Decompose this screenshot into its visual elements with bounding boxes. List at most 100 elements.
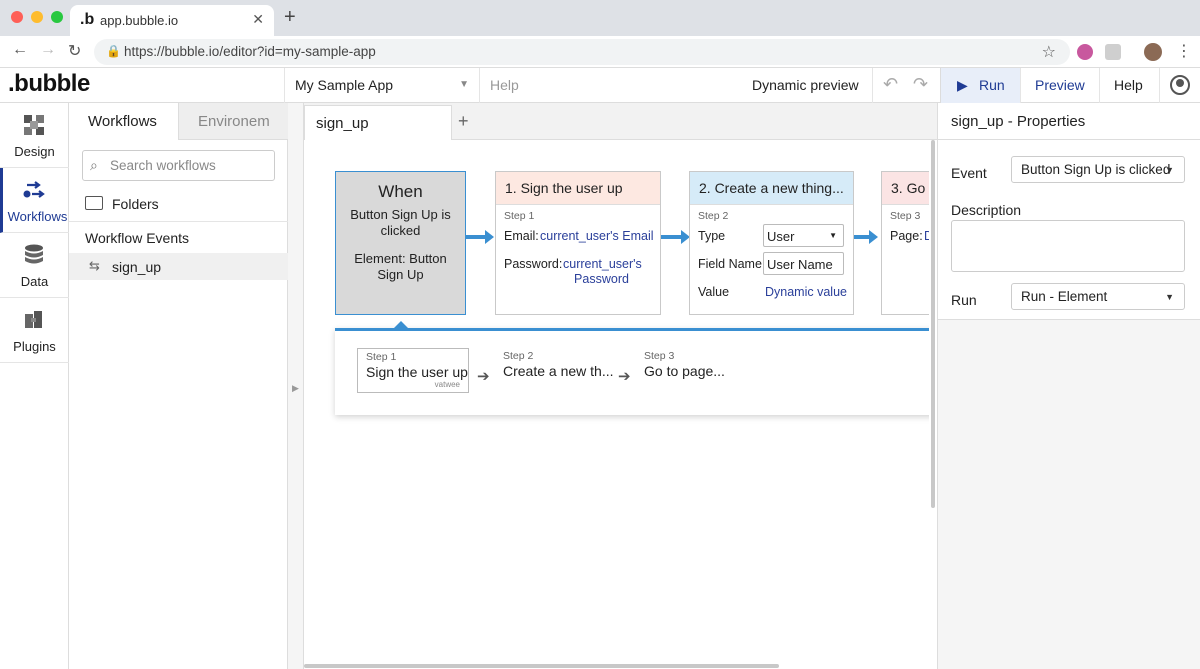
play-icon: ▶: [957, 77, 968, 93]
workflow-event-item[interactable]: ⇆ sign_up: [69, 253, 288, 280]
dynamic-value-link[interactable]: Dynamic value: [765, 285, 847, 299]
extension-icon[interactable]: [1105, 44, 1121, 60]
tab-environment[interactable]: Environem: [178, 103, 288, 140]
step-2-label: Step 2: [698, 210, 729, 222]
summary-step-1-title: Sign the user up: [366, 364, 468, 380]
field-name-input[interactable]: User Name: [763, 252, 844, 275]
collapse-panel-handle[interactable]: ▶: [288, 103, 304, 669]
step-1-label: Step 1: [504, 210, 535, 222]
search-icon: ⌕: [90, 157, 98, 173]
run-select[interactable]: Run - Element ▼: [1011, 283, 1185, 310]
page-label: Page:: [890, 229, 923, 243]
flow-arrow: [466, 230, 494, 244]
redo-icon[interactable]: ↷: [913, 74, 928, 95]
forward-icon[interactable]: →: [40, 41, 56, 59]
add-tab-button[interactable]: +: [458, 111, 469, 132]
dynamic-preview-button[interactable]: Dynamic preview: [752, 77, 859, 93]
nav-plugins-label: Plugins: [13, 339, 56, 354]
description-field[interactable]: [951, 220, 1185, 272]
nav-design[interactable]: Design: [0, 103, 69, 168]
horizontal-scrollbar[interactable]: [304, 663, 937, 669]
menu-dots-icon[interactable]: ⋮: [1176, 41, 1192, 61]
arrow-right-icon: ➔: [618, 368, 631, 385]
step-2-card[interactable]: 2. Create a new thing... Step 2 Type Use…: [689, 171, 854, 315]
help-button[interactable]: Help: [1099, 68, 1159, 103]
tab-sign-up[interactable]: sign_up: [304, 105, 452, 140]
nav-workflows-label: Workflows: [7, 209, 68, 224]
run-value: Run - Element: [1021, 289, 1108, 304]
preview-button[interactable]: Preview: [1020, 68, 1099, 103]
chevron-down-icon: ▼: [459, 79, 469, 90]
extension-icon[interactable]: [1077, 44, 1093, 60]
summary-step-1-sub: vatwee: [434, 380, 460, 389]
chevron-right-icon: ▶: [292, 383, 299, 393]
preview-label: Preview: [1035, 77, 1085, 93]
password-dynamic-value[interactable]: current_user's: [563, 257, 642, 271]
email-dynamic-value[interactable]: current_user's Email: [540, 229, 654, 243]
zoom-window-button[interactable]: [51, 11, 63, 23]
chevron-down-icon: ▼: [1165, 292, 1174, 302]
new-tab-button[interactable]: +: [284, 6, 296, 29]
when-event-card[interactable]: When Button Sign Up is clicked Element: …: [335, 171, 466, 315]
properties-panel: sign_up - Properties Event Button Sign U…: [937, 103, 1200, 669]
search-workflows-input[interactable]: ⌕ Search workflows: [82, 150, 275, 181]
app-selector[interactable]: My Sample App ▼: [284, 68, 480, 103]
arrow-right-icon: ➔: [477, 368, 490, 385]
help-dropdown[interactable]: Help: [490, 77, 519, 93]
folders-item[interactable]: Folders: [69, 188, 288, 222]
minimize-window-button[interactable]: [31, 11, 43, 23]
run-button[interactable]: ▶ Run: [940, 68, 1020, 103]
summary-step-2[interactable]: Step 2 Create a new th...: [503, 350, 614, 379]
vertical-scrollbar[interactable]: [929, 140, 937, 660]
event-select[interactable]: Button Sign Up is clicked ▼: [1011, 156, 1185, 183]
field-name-label: Field Name:: [698, 257, 766, 271]
value-label: Value: [698, 285, 730, 299]
properties-title: sign_up - Properties: [951, 113, 1086, 130]
nav-design-label: Design: [14, 144, 55, 159]
flow-arrow: [661, 230, 690, 244]
tab-title: app.bubble.io: [100, 13, 179, 28]
account-icon[interactable]: [1159, 68, 1200, 103]
bookmark-star-icon[interactable]: ☆: [1042, 42, 1056, 62]
flow-arrow: [854, 230, 878, 244]
event-label: Event: [951, 165, 987, 181]
type-select[interactable]: User ▼: [763, 224, 844, 247]
summary-step-3[interactable]: Step 3 Go to page...: [644, 350, 725, 379]
field-name-value: User Name: [767, 257, 833, 272]
summary-step-3-label: Step 3: [644, 350, 675, 362]
browser-tab[interactable]: .b app.bubble.io ✕: [70, 5, 274, 36]
database-icon: [25, 244, 43, 264]
password-dynamic-value-2[interactable]: Password: [563, 272, 640, 286]
tab-workflows[interactable]: Workflows: [69, 103, 178, 140]
summary-step-1[interactable]: Step 1 Sign the user up vatwee: [357, 348, 469, 393]
search-placeholder: Search workflows: [110, 158, 216, 173]
reload-icon[interactable]: ↻: [68, 41, 81, 61]
summary-step-2-label: Step 2: [503, 350, 534, 362]
workflows-icon: [23, 181, 45, 198]
profile-avatar[interactable]: [1144, 43, 1162, 61]
undo-icon[interactable]: ↶: [883, 74, 898, 95]
close-window-button[interactable]: [11, 11, 23, 23]
email-label: Email:: [504, 229, 539, 243]
password-label: Password:: [504, 257, 563, 271]
properties-body: Event Button Sign Up is clicked ▼ Descri…: [938, 140, 1200, 320]
nav-workflows[interactable]: Workflows: [0, 168, 69, 233]
close-tab-icon[interactable]: ✕: [252, 11, 264, 28]
back-icon[interactable]: ←: [12, 41, 28, 59]
summary-step-3-title: Go to page...: [644, 363, 725, 379]
step-2-header: 2. Create a new thing...: [690, 172, 853, 205]
when-element: Element: Button Sign Up: [354, 251, 447, 282]
url-field[interactable]: 🔒 https://bubble.io/editor?id=my-sample-…: [94, 39, 1070, 65]
type-value: User: [767, 229, 795, 244]
workflow-canvas: sign_up + When Button Sign Up is clicked…: [304, 103, 937, 669]
summary-step-1-label: Step 1: [366, 351, 397, 363]
nav-data[interactable]: Data: [0, 233, 69, 298]
step-1-card[interactable]: 1. Sign the user up Step 1 Email: curren…: [495, 171, 661, 315]
step-1-header: 1. Sign the user up: [496, 172, 660, 205]
event-value: Button Sign Up is clicked: [1021, 162, 1171, 177]
editor-left-nav: Design Workflows Data Plugins: [0, 103, 69, 669]
nav-plugins[interactable]: Plugins: [0, 298, 69, 363]
editor-header: .bubble My Sample App ▼ Help Dynamic pre…: [0, 68, 1200, 103]
folder-icon: [85, 196, 103, 210]
step-3-label: Step 3: [890, 210, 921, 222]
